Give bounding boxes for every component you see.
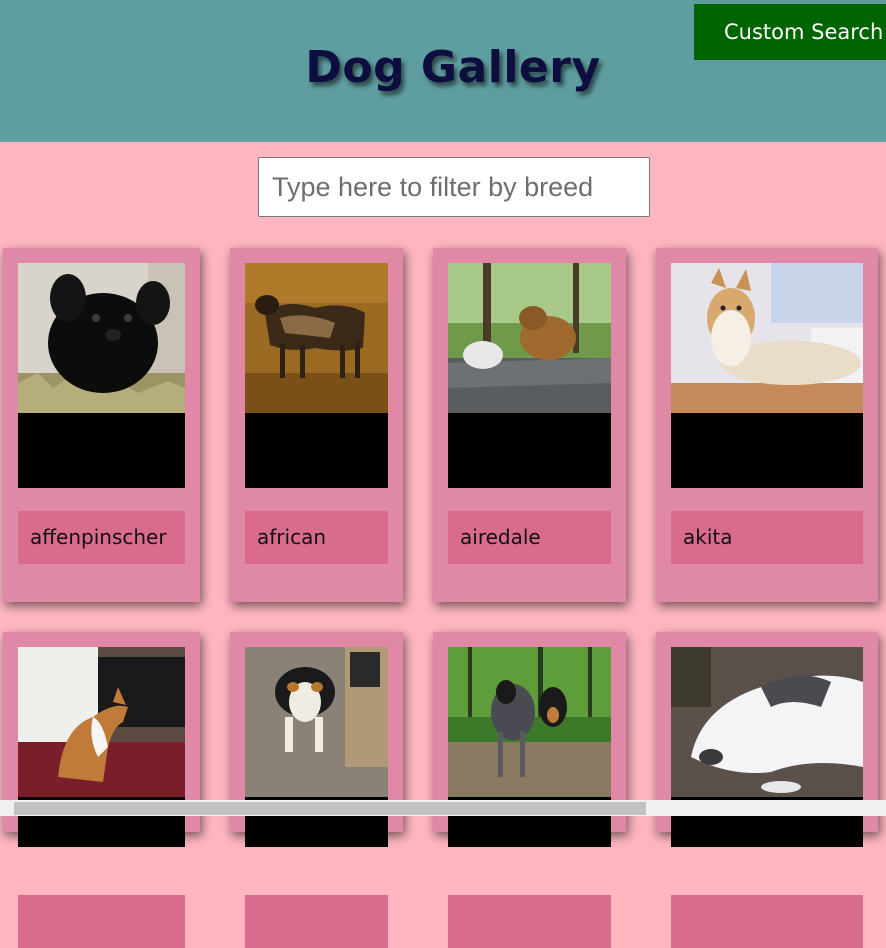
scrollbar-thumb[interactable]	[14, 802, 646, 815]
breed-label	[448, 895, 611, 948]
dog-photo-airedale	[448, 263, 611, 413]
dog-card-airedale[interactable]: airedale	[433, 248, 626, 602]
breed-label	[245, 895, 388, 948]
dog-card-affenpinscher[interactable]: affenpinscher	[3, 248, 200, 602]
dog-image-frame	[671, 263, 863, 488]
breed-filter-input[interactable]	[258, 157, 650, 217]
breed-label: affenpinscher	[18, 511, 185, 564]
dog-card-african[interactable]: african	[230, 248, 403, 602]
dog-card-akita[interactable]: akita	[656, 248, 878, 602]
custom-search-button[interactable]: Custom Search	[694, 4, 886, 60]
page-header: Dog Gallery Custom Search	[0, 0, 886, 142]
dog-photo-akita	[671, 263, 863, 413]
dog-image-frame	[448, 647, 611, 847]
breed-label	[671, 895, 863, 948]
scroll-left-arrow[interactable]	[0, 800, 12, 816]
dog-image-frame	[18, 647, 185, 847]
dog-image-frame	[245, 647, 388, 847]
breed-label: akita	[671, 511, 863, 564]
horizontal-scrollbar[interactable]	[0, 800, 886, 816]
dog-image-frame	[671, 647, 863, 847]
dog-photo	[18, 647, 185, 797]
dog-image-frame	[18, 263, 185, 488]
dog-photo	[671, 647, 863, 797]
dog-image-frame	[245, 263, 388, 488]
dog-photo-african	[245, 263, 388, 413]
breed-label: african	[245, 511, 388, 564]
breed-label: airedale	[448, 511, 611, 564]
dog-photo	[448, 647, 611, 797]
breed-label	[18, 895, 185, 948]
dog-photo	[245, 647, 388, 797]
dog-photo-affenpinscher	[18, 263, 185, 413]
dog-image-frame	[448, 263, 611, 488]
